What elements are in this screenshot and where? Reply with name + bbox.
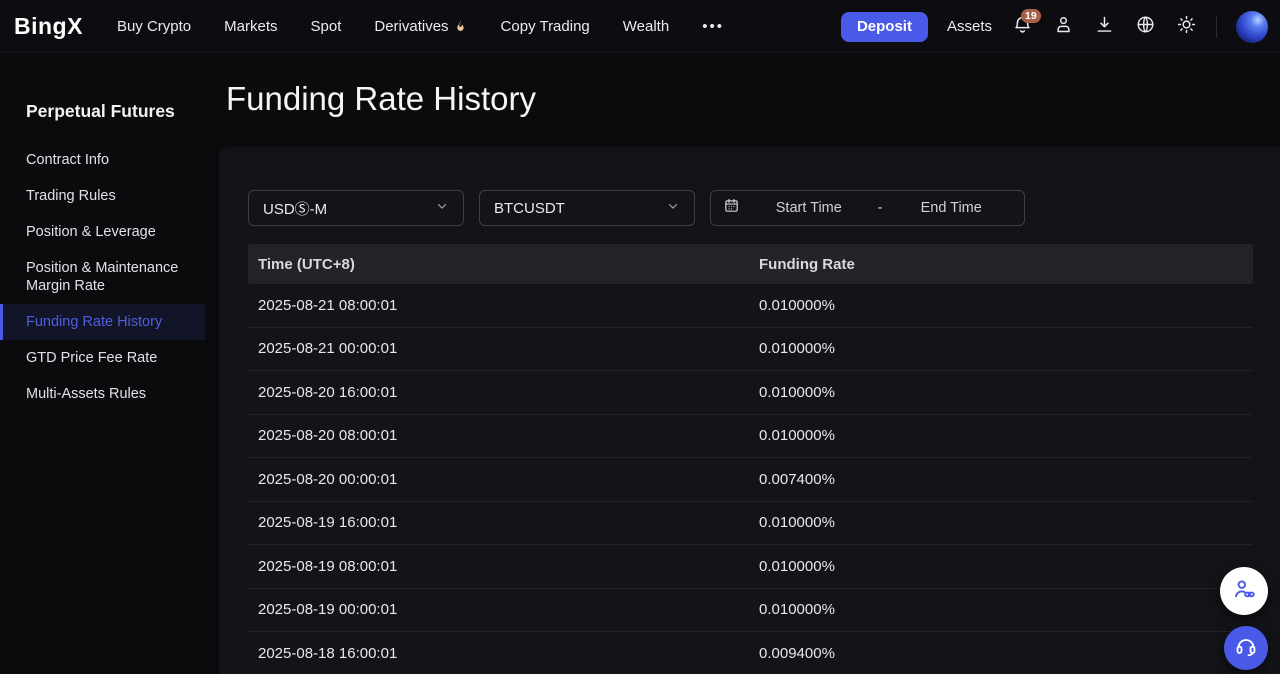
date-range-picker[interactable]: Start Time - End Time (710, 190, 1025, 226)
sun-icon (1176, 14, 1197, 40)
symbol-value: BTCUSDT (494, 200, 565, 217)
content-panel: USDⓈ-M BTCUSDT Start Time - End Time Tim… (219, 147, 1280, 674)
flame-icon (453, 19, 468, 34)
cell-time: 2025-08-21 00:00:01 (248, 340, 759, 357)
top-nav: BingX Buy Crypto Markets Spot Derivatives Co… (0, 0, 1280, 53)
table-body: 2025-08-21 08:00:010.010000%2025-08-21 0… (248, 284, 1253, 674)
table-header: Time (UTC+8) Funding Rate (248, 244, 1253, 284)
nav-item-label: Derivatives (374, 18, 448, 35)
end-time-placeholder[interactable]: End Time (890, 200, 1012, 216)
table-row: 2025-08-20 00:00:010.007400% (248, 458, 1253, 502)
sidebar-item-multi-assets-rules[interactable]: Multi-Assets Rules (0, 376, 205, 412)
table-row: 2025-08-20 08:00:010.010000% (248, 415, 1253, 459)
nav-divider (1216, 16, 1217, 38)
chevron-down-icon (666, 199, 680, 218)
sidebar-heading: Perpetual Futures (26, 101, 205, 122)
date-range-separator: - (878, 200, 883, 216)
cell-time: 2025-08-19 00:00:01 (248, 601, 759, 618)
cell-funding-rate: 0.010000% (759, 297, 1253, 314)
table-row: 2025-08-18 16:00:010.009400% (248, 632, 1253, 674)
theme-toggle-button[interactable] (1175, 16, 1197, 38)
account-button[interactable] (1052, 16, 1074, 38)
filters-bar: USDⓈ-M BTCUSDT Start Time - End Time (248, 190, 1025, 226)
cell-funding-rate: 0.010000% (759, 384, 1253, 401)
cell-funding-rate: 0.007400% (759, 471, 1253, 488)
cell-time: 2025-08-20 08:00:01 (248, 427, 759, 444)
nav-item-label: Copy Trading (501, 18, 590, 35)
nav-item-label: Buy Crypto (117, 18, 191, 35)
sidebar-menu: Contract InfoTrading RulesPosition & Lev… (0, 142, 205, 412)
sidebar-item-position-maintenance-margin-rate[interactable]: Position & Maintenance Margin Rate (0, 250, 205, 304)
funding-rate-table: Time (UTC+8) Funding Rate 2025-08-21 08:… (248, 244, 1253, 674)
user-avatar[interactable] (1236, 11, 1268, 43)
nav-item-label: Wealth (623, 18, 669, 35)
language-button[interactable] (1134, 16, 1156, 38)
cell-funding-rate: 0.010000% (759, 514, 1253, 531)
column-header-time: Time (UTC+8) (248, 256, 759, 273)
table-row: 2025-08-19 00:00:010.010000% (248, 589, 1253, 633)
sidebar: Perpetual Futures Contract InfoTrading R… (0, 53, 205, 674)
cell-funding-rate: 0.010000% (759, 601, 1253, 618)
cell-time: 2025-08-20 16:00:01 (248, 384, 759, 401)
person-link-icon (1231, 576, 1257, 607)
nav-item-label: Markets (224, 18, 277, 35)
sidebar-item-contract-info[interactable]: Contract Info (0, 142, 205, 178)
sidebar-item-position-leverage[interactable]: Position & Leverage (0, 214, 205, 250)
notification-badge: 19 (1021, 9, 1041, 23)
column-header-rate: Funding Rate (759, 256, 1253, 273)
page-title: Funding Rate History (226, 80, 536, 118)
notifications-button[interactable]: 19 (1011, 16, 1033, 38)
cell-time: 2025-08-21 08:00:01 (248, 297, 759, 314)
symbol-select[interactable]: BTCUSDT (479, 190, 695, 226)
margin-type-select[interactable]: USDⓈ-M (248, 190, 464, 226)
support-floating-button[interactable] (1224, 626, 1268, 670)
user-icon (1053, 14, 1074, 40)
nav-item-markets[interactable]: Markets (224, 18, 277, 35)
primary-nav: Buy Crypto Markets Spot Derivatives Copy Tra… (117, 18, 669, 35)
table-row: 2025-08-21 00:00:010.010000% (248, 328, 1253, 372)
table-row: 2025-08-21 08:00:010.010000% (248, 284, 1253, 328)
headset-icon (1234, 634, 1258, 663)
nav-item-copy-trading[interactable]: Copy Trading (501, 18, 590, 35)
start-time-placeholder[interactable]: Start Time (748, 200, 870, 216)
bingx-logo[interactable]: BingX (14, 13, 83, 40)
assets-link[interactable]: Assets (947, 18, 992, 35)
margin-type-value: USDⓈ-M (263, 198, 327, 219)
nav-item-wealth[interactable]: Wealth (623, 18, 669, 35)
nav-item-buy-crypto[interactable]: Buy Crypto (117, 18, 191, 35)
download-icon (1094, 14, 1115, 40)
sidebar-item-trading-rules[interactable]: Trading Rules (0, 178, 205, 214)
table-row: 2025-08-19 16:00:010.010000% (248, 502, 1253, 546)
nav-item-label: Spot (311, 18, 342, 35)
cell-funding-rate: 0.009400% (759, 645, 1253, 662)
globe-icon (1135, 14, 1156, 40)
referral-floating-button[interactable] (1220, 567, 1268, 615)
cell-time: 2025-08-19 08:00:01 (248, 558, 759, 575)
cell-time: 2025-08-20 00:00:01 (248, 471, 759, 488)
sidebar-item-funding-rate-history[interactable]: Funding Rate History (0, 304, 205, 340)
nav-item-spot[interactable]: Spot (311, 18, 342, 35)
cell-time: 2025-08-19 16:00:01 (248, 514, 759, 531)
cell-funding-rate: 0.010000% (759, 340, 1253, 357)
download-app-button[interactable] (1093, 16, 1115, 38)
nav-right-cluster: Deposit Assets 19 (841, 0, 1268, 53)
nav-more-button[interactable]: ••• (702, 18, 724, 35)
deposit-button[interactable]: Deposit (841, 12, 928, 42)
cell-funding-rate: 0.010000% (759, 558, 1253, 575)
chevron-down-icon (435, 199, 449, 218)
calendar-icon (723, 197, 740, 219)
cell-time: 2025-08-18 16:00:01 (248, 645, 759, 662)
cell-funding-rate: 0.010000% (759, 427, 1253, 444)
nav-item-derivatives[interactable]: Derivatives (374, 18, 467, 35)
table-row: 2025-08-19 08:00:010.010000% (248, 545, 1253, 589)
sidebar-item-gtd-price-fee-rate[interactable]: GTD Price Fee Rate (0, 340, 205, 376)
table-row: 2025-08-20 16:00:010.010000% (248, 371, 1253, 415)
